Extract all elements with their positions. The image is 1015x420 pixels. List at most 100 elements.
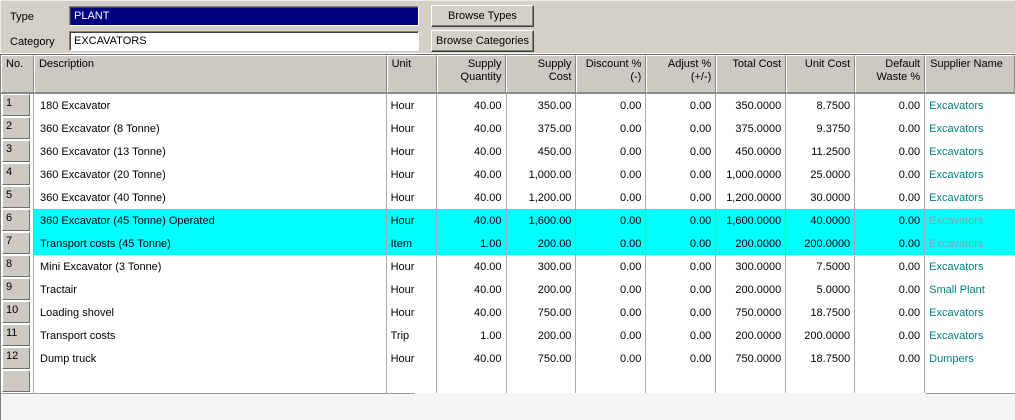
cell-unit[interactable]: Hour <box>386 209 437 232</box>
cell-description[interactable]: 360 Excavator (45 Tonne) Operated <box>34 209 387 232</box>
cell-description[interactable]: Transport costs <box>34 324 387 347</box>
cell-discount_pct[interactable]: 0.00 <box>576 301 647 324</box>
cell-description[interactable] <box>34 370 387 393</box>
row-number-cell[interactable]: 6 <box>1 209 34 232</box>
cell-description[interactable]: 360 Excavator (40 Tonne) <box>34 186 387 209</box>
cell-supply_quantity[interactable]: 40.00 <box>437 301 507 324</box>
category-input[interactable]: EXCAVATORS <box>69 31 419 51</box>
cell-unit_cost[interactable]: 200.0000 <box>786 324 856 347</box>
cell-total_cost[interactable]: 1,000.0000 <box>716 163 787 186</box>
cell-adjust_pct[interactable]: 0.00 <box>646 232 717 255</box>
cell-unit[interactable]: Item <box>386 232 437 255</box>
row-number-cell[interactable]: 9 <box>1 278 34 301</box>
type-input[interactable]: PLANT <box>69 6 419 26</box>
cell-adjust_pct[interactable]: 0.00 <box>646 255 717 278</box>
cell-supply_cost[interactable]: 450.00 <box>507 140 577 163</box>
cell-discount_pct[interactable] <box>576 370 647 393</box>
cell-description[interactable]: Transport costs (45 Tonne) <box>34 232 387 255</box>
column-header-supplier[interactable]: Supplier Name <box>925 55 1015 93</box>
cell-discount_pct[interactable]: 0.00 <box>576 278 647 301</box>
cell-total_cost[interactable]: 450.0000 <box>716 140 787 163</box>
cell-unit_cost[interactable] <box>786 370 856 393</box>
cell-default_waste[interactable]: 0.00 <box>855 140 926 163</box>
cell-discount_pct[interactable]: 0.00 <box>576 255 647 278</box>
cell-unit[interactable]: Hour <box>387 163 437 186</box>
cell-supplier[interactable]: Excavators <box>925 209 1015 232</box>
cell-supply_cost[interactable]: 200.00 <box>507 278 577 301</box>
cell-unit_cost[interactable]: 200.0000 <box>786 232 856 255</box>
cell-unit_cost[interactable]: 25.0000 <box>786 163 856 186</box>
cell-supplier[interactable]: Excavators <box>925 301 1015 324</box>
cell-supply_cost[interactable] <box>507 370 577 393</box>
cell-default_waste[interactable]: 0.00 <box>855 278 926 301</box>
cell-default_waste[interactable]: 0.00 <box>855 301 926 324</box>
column-header-default_waste[interactable]: Default Waste % <box>855 55 926 93</box>
cell-description[interactable]: Dump truck <box>34 347 387 370</box>
cell-description[interactable]: Mini Excavator (3 Tonne) <box>34 255 387 278</box>
cell-discount_pct[interactable]: 0.00 <box>576 324 647 347</box>
browse-categories-button[interactable]: Browse Categories <box>431 30 534 52</box>
cell-unit[interactable] <box>387 370 437 393</box>
cell-adjust_pct[interactable]: 0.00 <box>646 163 717 186</box>
cell-supply_quantity[interactable]: 40.00 <box>437 163 507 186</box>
cell-adjust_pct[interactable]: 0.00 <box>646 186 717 209</box>
cell-description[interactable]: 360 Excavator (13 Tonne) <box>34 140 387 163</box>
cell-supplier[interactable]: Excavators <box>925 324 1015 347</box>
cell-adjust_pct[interactable] <box>646 370 717 393</box>
cell-adjust_pct[interactable]: 0.00 <box>646 140 717 163</box>
cell-supplier[interactable]: Small Plant <box>925 278 1015 301</box>
cell-supply_quantity[interactable]: 40.00 <box>437 117 507 140</box>
cell-total_cost[interactable]: 200.0000 <box>716 278 787 301</box>
cell-supply_quantity[interactable]: 40.00 <box>437 255 507 278</box>
cell-adjust_pct[interactable]: 0.00 <box>646 94 717 117</box>
cell-supply_quantity[interactable]: 40.00 <box>437 94 507 117</box>
cell-total_cost[interactable]: 350.0000 <box>716 94 787 117</box>
cell-total_cost[interactable] <box>716 370 787 393</box>
cell-unit_cost[interactable]: 30.0000 <box>786 186 856 209</box>
cell-discount_pct[interactable]: 0.00 <box>576 117 647 140</box>
cell-adjust_pct[interactable]: 0.00 <box>646 347 717 370</box>
cell-supply_quantity[interactable]: 40.00 <box>436 209 507 232</box>
cell-default_waste[interactable]: 0.00 <box>855 163 926 186</box>
cell-supply_cost[interactable]: 750.00 <box>507 301 577 324</box>
cell-supply_quantity[interactable]: 1.00 <box>436 232 507 255</box>
cell-supply_cost[interactable]: 1,600.00 <box>506 209 577 232</box>
cell-supplier[interactable]: Dumpers <box>925 347 1015 370</box>
cell-total_cost[interactable]: 300.0000 <box>716 255 787 278</box>
cell-unit[interactable]: Hour <box>387 117 437 140</box>
row-number-cell[interactable]: 8 <box>1 255 34 278</box>
cell-supply_cost[interactable]: 300.00 <box>507 255 577 278</box>
row-number-cell[interactable]: 1 <box>1 94 34 117</box>
cell-adjust_pct[interactable]: 0.00 <box>646 117 717 140</box>
cell-supply_cost[interactable]: 375.00 <box>507 117 577 140</box>
cell-supply_quantity[interactable] <box>437 370 507 393</box>
cell-default_waste[interactable]: 0.00 <box>855 117 926 140</box>
cell-supply_cost[interactable]: 1,000.00 <box>507 163 577 186</box>
cell-unit[interactable]: Hour <box>387 140 437 163</box>
cell-total_cost[interactable]: 750.0000 <box>716 347 787 370</box>
cell-unit[interactable]: Trip <box>387 324 437 347</box>
cell-unit[interactable]: Hour <box>387 347 437 370</box>
cell-description[interactable]: 360 Excavator (20 Tonne) <box>34 163 387 186</box>
row-number-cell[interactable] <box>1 370 34 393</box>
column-header-no[interactable]: No. <box>1 55 34 93</box>
cell-adjust_pct[interactable]: 0.00 <box>646 209 717 232</box>
row-number-cell[interactable]: 3 <box>1 140 34 163</box>
cell-total_cost[interactable]: 1,600.0000 <box>716 209 787 232</box>
cell-discount_pct[interactable]: 0.00 <box>576 186 647 209</box>
cell-unit[interactable]: Hour <box>387 94 437 117</box>
cell-unit_cost[interactable]: 40.0000 <box>786 209 856 232</box>
row-number-cell[interactable]: 7 <box>1 232 34 255</box>
cell-discount_pct[interactable]: 0.00 <box>576 94 647 117</box>
column-header-supply_quantity[interactable]: Supply Quantity <box>436 55 507 93</box>
cell-discount_pct[interactable]: 0.00 <box>576 209 647 232</box>
cell-unit[interactable]: Hour <box>387 186 437 209</box>
column-header-adjust_pct[interactable]: Adjust % (+/-) <box>646 55 717 93</box>
cell-description[interactable]: Tractair <box>34 278 387 301</box>
cell-supply_cost[interactable]: 200.00 <box>507 324 577 347</box>
cell-unit_cost[interactable]: 5.0000 <box>786 278 856 301</box>
column-header-unit_cost[interactable]: Unit Cost <box>786 55 856 93</box>
cell-adjust_pct[interactable]: 0.00 <box>646 301 717 324</box>
cell-discount_pct[interactable]: 0.00 <box>576 232 647 255</box>
cell-total_cost[interactable]: 750.0000 <box>716 301 787 324</box>
